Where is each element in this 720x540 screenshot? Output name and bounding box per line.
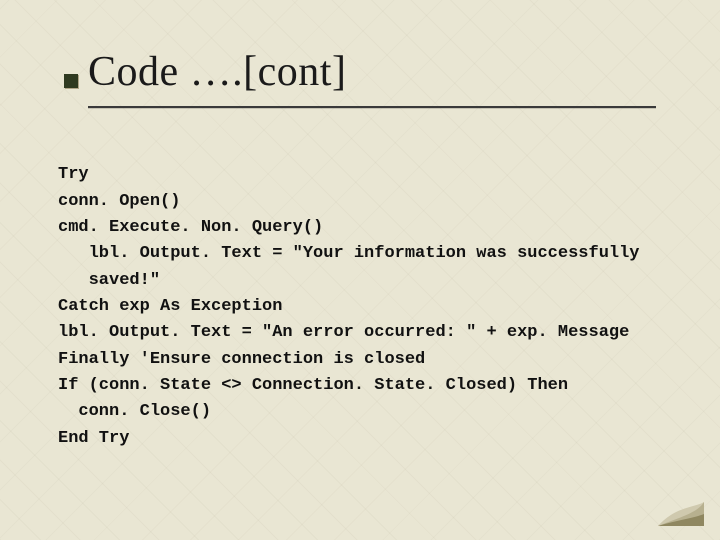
bullet-square-icon xyxy=(64,74,78,88)
page-curl-icon xyxy=(658,502,704,526)
slide: Code ….[cont] Try conn. Open() cmd. Exec… xyxy=(0,0,720,540)
code-line: conn. Open() xyxy=(58,192,180,211)
title-underline xyxy=(88,106,656,108)
code-line: cmd. Execute. Non. Query() xyxy=(58,218,323,237)
title-row: Code ….[cont] xyxy=(88,48,656,96)
slide-title: Code ….[cont] xyxy=(88,48,346,96)
code-line: saved!" xyxy=(58,271,160,290)
code-line: Try xyxy=(58,165,89,184)
code-line: lbl. Output. Text = "An error occurred: … xyxy=(58,323,629,342)
code-line: Catch exp As Exception xyxy=(58,297,282,316)
code-line: conn. Close() xyxy=(58,402,211,421)
code-block: Try conn. Open() cmd. Execute. Non. Quer… xyxy=(58,136,656,478)
code-line: lbl. Output. Text = "Your information wa… xyxy=(58,244,640,263)
code-line: End Try xyxy=(58,429,129,448)
code-line: Finally 'Ensure connection is closed xyxy=(58,350,425,369)
code-line: If (conn. State <> Connection. State. Cl… xyxy=(58,376,568,395)
